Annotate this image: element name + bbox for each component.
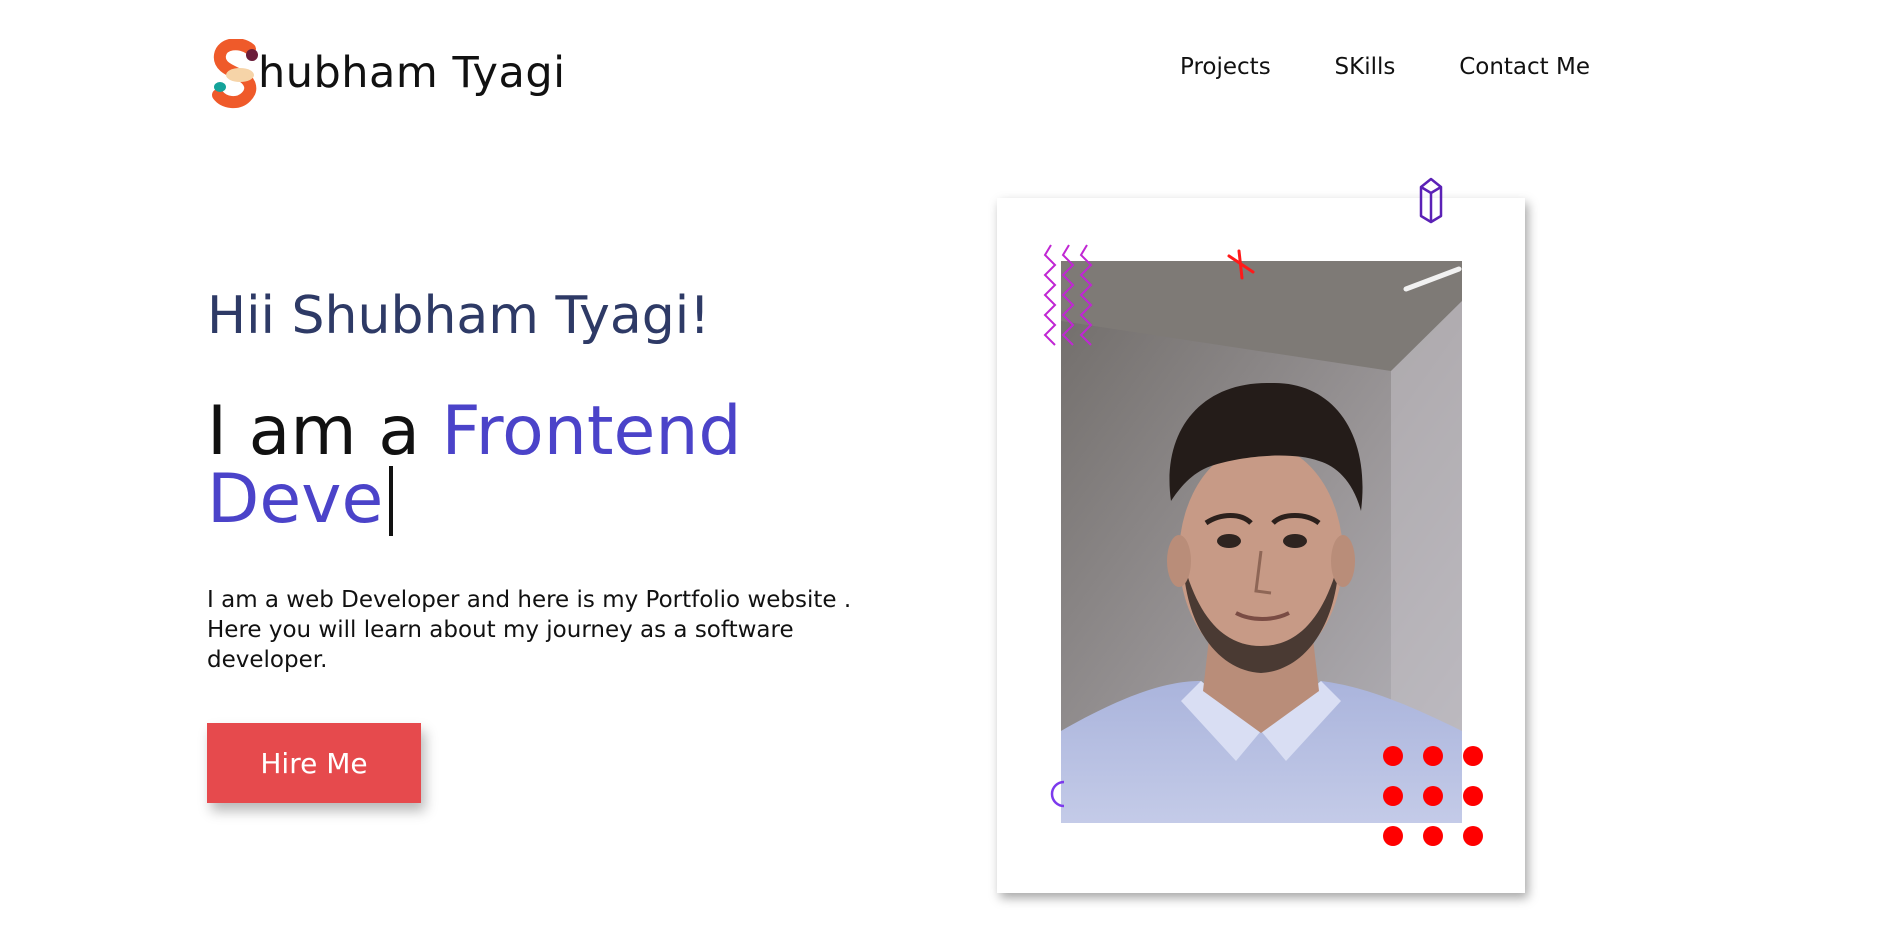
prism-icon	[1419, 177, 1443, 224]
zigzag-icon	[1043, 244, 1093, 346]
cross-icon	[1227, 249, 1255, 280]
headline: I am a Frontend Deve	[207, 398, 827, 536]
headline-role-2: Deve	[207, 460, 384, 539]
circle-icon	[1050, 780, 1065, 808]
logo-text: hubham Tyagi	[258, 48, 566, 98]
intro-description: I am a web Developer and here is my Port…	[207, 587, 852, 673]
headline-role-1: Frontend	[441, 392, 742, 471]
s-logo-icon	[210, 38, 260, 108]
typing-caret	[389, 466, 394, 536]
main-nav: Projects SKills Contact Me	[1180, 54, 1590, 80]
nav-item-contact[interactable]: Contact Me	[1459, 54, 1590, 80]
hire-me-button[interactable]: Hire Me	[207, 723, 421, 803]
page: hubham Tyagi Projects SKills Contact Me …	[0, 0, 1879, 947]
greeting: Hii Shubham Tyagi!	[207, 286, 711, 346]
profile-photo	[1061, 261, 1462, 823]
nav-item-skills[interactable]: SKills	[1335, 54, 1396, 80]
dots-grid-icon	[1383, 746, 1483, 846]
logo[interactable]: hubham Tyagi	[210, 38, 566, 108]
nav-item-projects[interactable]: Projects	[1180, 54, 1271, 80]
